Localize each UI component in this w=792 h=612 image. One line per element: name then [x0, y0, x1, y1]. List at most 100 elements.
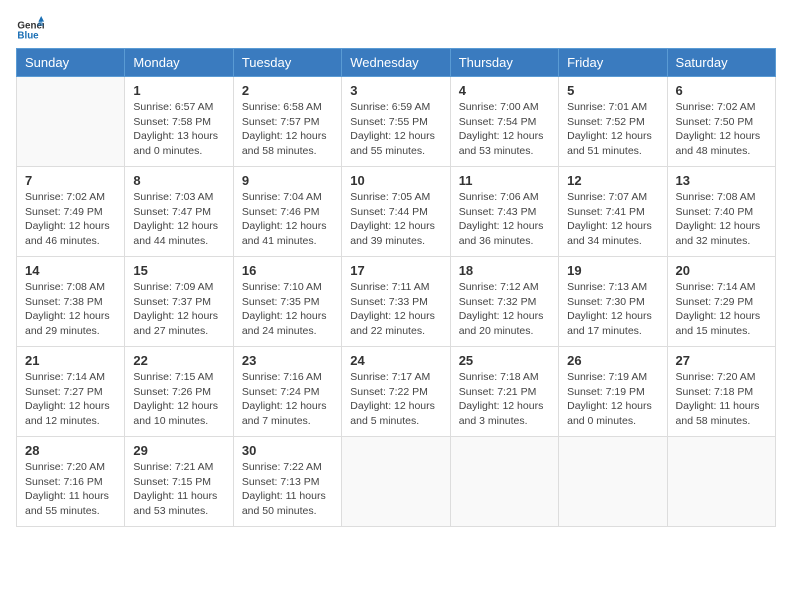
calendar-cell	[667, 437, 775, 527]
day-info: Sunrise: 7:22 AMSunset: 7:13 PMDaylight:…	[242, 460, 333, 519]
day-info: Sunrise: 7:09 AMSunset: 7:37 PMDaylight:…	[133, 280, 224, 339]
calendar-cell	[17, 77, 125, 167]
calendar-cell: 4 Sunrise: 7:00 AMSunset: 7:54 PMDaylight…	[450, 77, 558, 167]
day-number: 16	[242, 263, 333, 278]
day-info: Sunrise: 7:17 AMSunset: 7:22 PMDaylight:…	[350, 370, 441, 429]
day-info: Sunrise: 7:13 AMSunset: 7:30 PMDaylight:…	[567, 280, 658, 339]
calendar-cell: 26 Sunrise: 7:19 AMSunset: 7:19 PMDayligh…	[559, 347, 667, 437]
day-info: Sunrise: 7:12 AMSunset: 7:32 PMDaylight:…	[459, 280, 550, 339]
calendar-cell: 25 Sunrise: 7:18 AMSunset: 7:21 PMDayligh…	[450, 347, 558, 437]
day-number: 3	[350, 83, 441, 98]
calendar-cell: 30 Sunrise: 7:22 AMSunset: 7:13 PMDayligh…	[233, 437, 341, 527]
day-info: Sunrise: 7:20 AMSunset: 7:18 PMDaylight:…	[676, 370, 767, 429]
day-number: 13	[676, 173, 767, 188]
calendar-cell: 22 Sunrise: 7:15 AMSunset: 7:26 PMDayligh…	[125, 347, 233, 437]
day-number: 24	[350, 353, 441, 368]
calendar-cell	[342, 437, 450, 527]
day-info: Sunrise: 7:15 AMSunset: 7:26 PMDaylight:…	[133, 370, 224, 429]
day-info: Sunrise: 7:21 AMSunset: 7:15 PMDaylight:…	[133, 460, 224, 519]
calendar-cell: 8 Sunrise: 7:03 AMSunset: 7:47 PMDaylight…	[125, 167, 233, 257]
day-number: 8	[133, 173, 224, 188]
svg-text:Blue: Blue	[17, 30, 39, 41]
day-info: Sunrise: 7:14 AMSunset: 7:27 PMDaylight:…	[25, 370, 116, 429]
calendar-cell: 1Sunrise: 6:57 AMSunset: 7:58 PMDaylight…	[125, 77, 233, 167]
day-info: Sunrise: 7:08 AMSunset: 7:38 PMDaylight:…	[25, 280, 116, 339]
day-number: 28	[25, 443, 116, 458]
calendar-cell: 12 Sunrise: 7:07 AMSunset: 7:41 PMDayligh…	[559, 167, 667, 257]
day-number: 25	[459, 353, 550, 368]
week-row-2: 7 Sunrise: 7:02 AMSunset: 7:49 PMDaylight…	[17, 167, 776, 257]
day-number: 18	[459, 263, 550, 278]
weekday-header-wednesday: Wednesday	[342, 49, 450, 77]
day-number: 5	[567, 83, 658, 98]
day-info: Sunrise: 6:58 AMSunset: 7:57 PMDaylight:…	[242, 100, 333, 159]
day-info: Sunrise: 7:20 AMSunset: 7:16 PMDaylight:…	[25, 460, 116, 519]
calendar-cell: 2 Sunrise: 6:58 AMSunset: 7:57 PMDaylight…	[233, 77, 341, 167]
calendar-cell	[559, 437, 667, 527]
day-info: Sunrise: 7:10 AMSunset: 7:35 PMDaylight:…	[242, 280, 333, 339]
calendar-cell: 9 Sunrise: 7:04 AMSunset: 7:46 PMDaylight…	[233, 167, 341, 257]
day-info: Sunrise: 7:06 AMSunset: 7:43 PMDaylight:…	[459, 190, 550, 249]
weekday-header-thursday: Thursday	[450, 49, 558, 77]
day-info: Sunrise: 7:01 AMSunset: 7:52 PMDaylight:…	[567, 100, 658, 159]
calendar-cell: 16 Sunrise: 7:10 AMSunset: 7:35 PMDayligh…	[233, 257, 341, 347]
calendar-cell: 6Sunrise: 7:02 AMSunset: 7:50 PMDaylight…	[667, 77, 775, 167]
day-number: 4	[459, 83, 550, 98]
page-header: General Blue	[16, 16, 776, 44]
logo: General Blue	[16, 16, 48, 44]
calendar-cell: 28 Sunrise: 7:20 AMSunset: 7:16 PMDayligh…	[17, 437, 125, 527]
logo-icon: General Blue	[16, 16, 44, 44]
day-info: Sunrise: 7:11 AMSunset: 7:33 PMDaylight:…	[350, 280, 441, 339]
day-number: 26	[567, 353, 658, 368]
day-number: 2	[242, 83, 333, 98]
day-info: Sunrise: 6:57 AMSunset: 7:58 PMDaylight:…	[133, 100, 224, 159]
day-number: 30	[242, 443, 333, 458]
calendar-cell: 3Sunrise: 6:59 AMSunset: 7:55 PMDaylight…	[342, 77, 450, 167]
day-number: 23	[242, 353, 333, 368]
calendar-cell: 20 Sunrise: 7:14 AMSunset: 7:29 PMDayligh…	[667, 257, 775, 347]
day-info: Sunrise: 7:19 AMSunset: 7:19 PMDaylight:…	[567, 370, 658, 429]
calendar-cell	[450, 437, 558, 527]
day-number: 20	[676, 263, 767, 278]
day-info: Sunrise: 7:04 AMSunset: 7:46 PMDaylight:…	[242, 190, 333, 249]
day-number: 19	[567, 263, 658, 278]
weekday-header-tuesday: Tuesday	[233, 49, 341, 77]
day-number: 7	[25, 173, 116, 188]
day-info: Sunrise: 7:05 AMSunset: 7:44 PMDaylight:…	[350, 190, 441, 249]
day-number: 11	[459, 173, 550, 188]
calendar-cell: 14 Sunrise: 7:08 AMSunset: 7:38 PMDayligh…	[17, 257, 125, 347]
calendar-cell: 21 Sunrise: 7:14 AMSunset: 7:27 PMDayligh…	[17, 347, 125, 437]
weekday-header-monday: Monday	[125, 49, 233, 77]
weekday-header-row: SundayMondayTuesdayWednesdayThursdayFrid…	[17, 49, 776, 77]
calendar-cell: 5 Sunrise: 7:01 AMSunset: 7:52 PMDaylight…	[559, 77, 667, 167]
calendar-cell: 19 Sunrise: 7:13 AMSunset: 7:30 PMDayligh…	[559, 257, 667, 347]
week-row-1: 1Sunrise: 6:57 AMSunset: 7:58 PMDaylight…	[17, 77, 776, 167]
calendar-cell: 13Sunrise: 7:08 AMSunset: 7:40 PMDayligh…	[667, 167, 775, 257]
weekday-header-sunday: Sunday	[17, 49, 125, 77]
day-info: Sunrise: 7:18 AMSunset: 7:21 PMDaylight:…	[459, 370, 550, 429]
week-row-5: 28 Sunrise: 7:20 AMSunset: 7:16 PMDayligh…	[17, 437, 776, 527]
calendar-cell: 27Sunrise: 7:20 AMSunset: 7:18 PMDayligh…	[667, 347, 775, 437]
day-info: Sunrise: 7:07 AMSunset: 7:41 PMDaylight:…	[567, 190, 658, 249]
day-number: 21	[25, 353, 116, 368]
day-info: Sunrise: 7:14 AMSunset: 7:29 PMDaylight:…	[676, 280, 767, 339]
day-number: 9	[242, 173, 333, 188]
week-row-4: 21 Sunrise: 7:14 AMSunset: 7:27 PMDayligh…	[17, 347, 776, 437]
calendar-cell: 23Sunrise: 7:16 AMSunset: 7:24 PMDayligh…	[233, 347, 341, 437]
day-number: 14	[25, 263, 116, 278]
calendar-cell: 15 Sunrise: 7:09 AMSunset: 7:37 PMDayligh…	[125, 257, 233, 347]
calendar-cell: 7 Sunrise: 7:02 AMSunset: 7:49 PMDaylight…	[17, 167, 125, 257]
day-number: 22	[133, 353, 224, 368]
calendar-cell: 18 Sunrise: 7:12 AMSunset: 7:32 PMDayligh…	[450, 257, 558, 347]
day-info: Sunrise: 7:00 AMSunset: 7:54 PMDaylight:…	[459, 100, 550, 159]
calendar-cell: 29 Sunrise: 7:21 AMSunset: 7:15 PMDayligh…	[125, 437, 233, 527]
calendar-table: SundayMondayTuesdayWednesdayThursdayFrid…	[16, 48, 776, 527]
day-number: 12	[567, 173, 658, 188]
day-info: Sunrise: 7:02 AMSunset: 7:49 PMDaylight:…	[25, 190, 116, 249]
weekday-header-saturday: Saturday	[667, 49, 775, 77]
day-number: 17	[350, 263, 441, 278]
day-info: Sunrise: 7:03 AMSunset: 7:47 PMDaylight:…	[133, 190, 224, 249]
day-number: 15	[133, 263, 224, 278]
day-number: 29	[133, 443, 224, 458]
calendar-cell: 11 Sunrise: 7:06 AMSunset: 7:43 PMDayligh…	[450, 167, 558, 257]
